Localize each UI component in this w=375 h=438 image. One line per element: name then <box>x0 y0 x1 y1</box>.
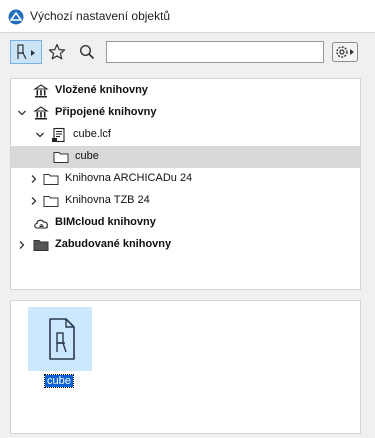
tree-item-embedded-libraries[interactable]: Vložené knihovny <box>11 80 360 102</box>
favorites-button[interactable] <box>46 40 68 64</box>
tree-item-label: Vložené knihovny <box>55 84 148 96</box>
tree-item-label: cube <box>75 150 99 162</box>
chevron-right-icon[interactable] <box>29 174 39 184</box>
tree-item-built-in-libraries[interactable]: Zabudované knihovny <box>11 234 360 256</box>
search-icon <box>79 44 95 60</box>
chevron-down-icon[interactable] <box>35 130 45 140</box>
tree-item-bimcloud-libraries[interactable]: BIMcloud knihovny <box>11 212 360 234</box>
folder-icon <box>43 196 59 207</box>
folder-icon <box>43 174 59 185</box>
library-view-button[interactable] <box>10 40 42 64</box>
toolbar <box>0 33 375 71</box>
window-title: Výchozí nastavení objektů <box>30 9 171 23</box>
lcf-container-icon <box>52 127 65 143</box>
tree-item-cube-lcf[interactable]: cube.lcf <box>11 124 360 146</box>
chevron-right-icon[interactable] <box>29 196 39 206</box>
object-tile-cube[interactable] <box>28 307 92 371</box>
star-icon <box>48 43 66 60</box>
window-edge <box>369 33 375 71</box>
tree-item-tzb-library[interactable]: Knihovna TZB 24 <box>11 190 360 212</box>
tree-item-label: Zabudované knihovny <box>55 238 172 250</box>
tree-item-label: BIMcloud knihovny <box>55 216 156 228</box>
title-bar: Výchozí nastavení objektů <box>0 0 375 33</box>
tree-item-label: cube.lcf <box>73 128 111 140</box>
chevron-right-icon[interactable] <box>17 240 27 250</box>
archicad-app-icon <box>8 9 24 25</box>
object-preview-panel: cube <box>10 300 361 434</box>
tree-item-linked-libraries[interactable]: Připojené knihovny <box>11 102 360 124</box>
tree-item-cube-folder[interactable]: cube <box>11 146 360 168</box>
search-button[interactable] <box>76 40 98 64</box>
tree-item-label: Knihovna TZB 24 <box>65 194 150 206</box>
gsm-object-icon <box>49 318 75 360</box>
chevron-down-icon[interactable] <box>17 108 27 118</box>
settings-menu-button[interactable] <box>331 40 359 64</box>
object-tile-label[interactable]: cube <box>44 374 74 388</box>
library-view-icon <box>17 44 35 60</box>
gear-icon <box>332 42 358 62</box>
bimcloud-library-icon <box>34 219 48 229</box>
folder-filled-icon <box>33 240 49 251</box>
tree-item-label: Připojené knihovny <box>55 106 157 118</box>
search-input[interactable] <box>106 41 324 63</box>
embedded-library-icon <box>33 84 49 98</box>
linked-library-icon <box>33 106 49 120</box>
library-tree: Vložené knihovny Připojené knihovny cube… <box>10 78 361 290</box>
tree-item-archicad-library[interactable]: Knihovna ARCHICADu 24 <box>11 168 360 190</box>
folder-icon <box>53 152 69 163</box>
tree-item-label: Knihovna ARCHICADu 24 <box>65 172 193 184</box>
